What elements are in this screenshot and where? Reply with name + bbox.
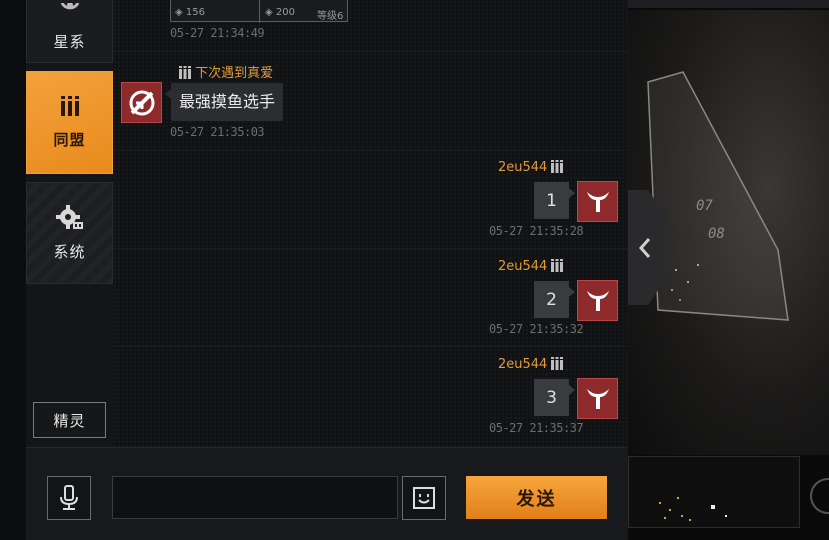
map-panel[interactable]: 07 08 [628, 0, 829, 540]
nav-system-label: 系统 [53, 242, 86, 261]
message-timestamp: 05-27 21:35:03 [170, 125, 265, 139]
minimap-marker [664, 517, 666, 519]
emoji-button[interactable] [402, 476, 446, 520]
nav-galaxy-label: 星系 [53, 33, 86, 51]
shared-info-card[interactable]: ◈ 156 ◈ 200 等级6 [170, 0, 348, 23]
divider [113, 346, 628, 347]
alliance-badge-icon [551, 259, 564, 276]
message-bubble[interactable]: 1 [534, 182, 575, 219]
bull-emblem-icon [586, 191, 609, 212]
gear-icon [55, 204, 84, 235]
nav-alliance-label: 同盟 [53, 131, 86, 149]
message-timestamp: 05-27 21:35:37 [489, 421, 584, 435]
message-sender: 2eu544 [498, 357, 564, 374]
sender-name: 2eu544 [498, 357, 548, 372]
galaxy-icon [59, 2, 81, 25]
minimap[interactable] [628, 456, 800, 528]
alliance-badge-icon [551, 160, 564, 177]
minimap-marker [689, 519, 691, 521]
sector-label: 08 [708, 226, 725, 242]
sender-name: 2eu544 [498, 259, 548, 274]
alliance-badge-icon [551, 357, 564, 374]
card-item1-value: ◈ 156 [175, 7, 205, 18]
map-control-ring[interactable] [810, 478, 829, 514]
bull-emblem-icon [586, 388, 609, 409]
message-timestamp: 05-27 21:35:32 [489, 322, 584, 336]
message-sender: 下次遇到真爱 [179, 62, 273, 83]
card-item2-value: ◈ 200 [265, 7, 295, 18]
sector-label: 07 [696, 198, 713, 214]
sender-name: 下次遇到真爱 [195, 66, 274, 81]
chat-message-list[interactable]: ◈ 156 ◈ 200 等级6 05-27 21:34:49 下次遇到真爱 最强… [113, 0, 628, 447]
sender-name: 2eu544 [498, 160, 548, 175]
chat-input-bar: 发送 [26, 447, 628, 540]
minimap-marker [669, 509, 671, 511]
minimap-marker [725, 515, 727, 517]
avatar[interactable] [577, 181, 618, 222]
collapse-panel-handle[interactable] [628, 190, 662, 305]
avatar[interactable] [121, 82, 162, 123]
divider [113, 248, 628, 249]
no-entry-emblem-icon [129, 90, 154, 115]
smiley-icon [413, 487, 435, 509]
message-input[interactable] [112, 476, 398, 519]
message-timestamp: 05-27 21:34:49 [170, 26, 265, 40]
avatar[interactable] [577, 280, 618, 321]
sprite-button[interactable]: 精灵 [33, 402, 106, 438]
minimap-marker [659, 502, 661, 504]
microphone-icon [60, 485, 78, 510]
alliance-badge-icon [179, 66, 191, 83]
message-bubble[interactable]: 最强摸鱼选手 [164, 83, 284, 121]
message-bubble[interactable]: 3 [534, 379, 575, 416]
nav-tab-alliance[interactable]: 同盟 [26, 71, 113, 174]
nav-tab-galaxy[interactable]: 星系 [26, 0, 113, 63]
divider [113, 51, 628, 52]
card-divider [259, 0, 260, 23]
send-button[interactable]: 发送 [466, 476, 607, 519]
left-nav-rail: 星系 同盟 系统 精灵 [26, 0, 113, 447]
bull-emblem-icon [586, 290, 609, 311]
alliance-icon [59, 95, 81, 123]
message-sender: 2eu544 [498, 259, 564, 276]
minimap-marker [681, 515, 683, 517]
nav-tab-system[interactable]: 系统 [26, 182, 113, 284]
message-bubble[interactable]: 2 [534, 281, 575, 318]
avatar[interactable] [577, 378, 618, 419]
card-level: 等级6 [317, 11, 344, 22]
minimap-marker [677, 497, 679, 499]
voice-input-button[interactable] [47, 476, 91, 520]
message-timestamp: 05-27 21:35:28 [489, 224, 584, 238]
minimap-player-marker [711, 505, 715, 509]
chevron-left-icon [639, 237, 651, 258]
divider [113, 150, 628, 151]
map-top-bar [628, 0, 829, 8]
message-sender: 2eu544 [498, 160, 564, 177]
